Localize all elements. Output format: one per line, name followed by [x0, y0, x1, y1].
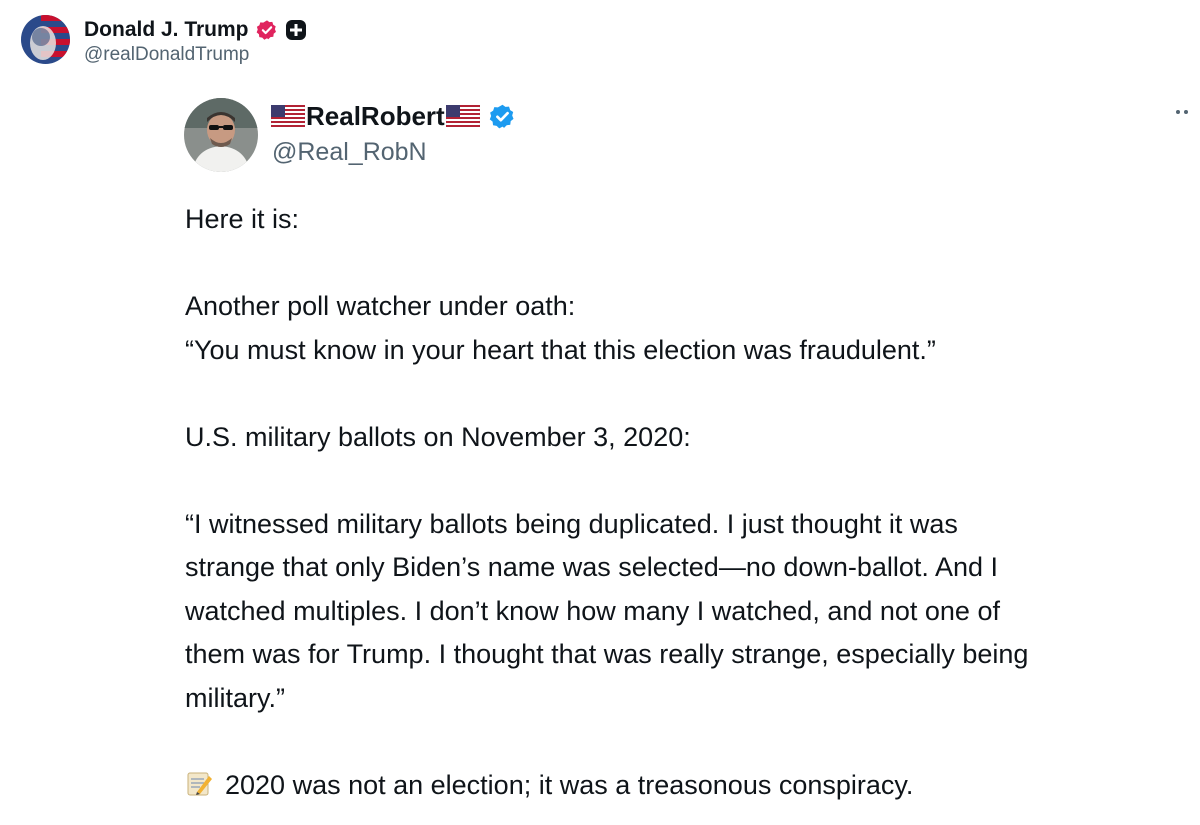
quoted-author-handle[interactable]: @Real_RobN [272, 138, 427, 167]
author-handle[interactable]: @realDonaldTrump [84, 44, 249, 66]
us-flag-icon [270, 104, 306, 128]
text-line: U.S. military ballots on November 3, 202… [185, 421, 691, 452]
text-line: military.” [185, 682, 285, 713]
plus-badge-icon [285, 19, 307, 41]
quoted-author-avatar[interactable] [184, 98, 258, 172]
text-line: them was for Trump. I thought that was r… [185, 639, 1029, 669]
text-line: Another poll watcher under oath: [185, 291, 576, 321]
text-line: “I witnessed military ballots being dupl… [185, 508, 958, 539]
text-line: “You must know in your heart that this e… [185, 334, 936, 365]
text-line: Here it is: [185, 204, 300, 234]
author-name[interactable]: Donald J. Trump [84, 18, 249, 42]
final-line-text: 2020 was not an election; it was a treas… [225, 769, 914, 800]
quoted-author-name[interactable]: RealRobert [306, 101, 445, 132]
more-dot [1176, 110, 1180, 114]
author-avatar[interactable] [21, 15, 70, 64]
memo-icon [185, 768, 213, 796]
more-dot [1184, 110, 1188, 114]
more-options-icon[interactable] [1176, 100, 1200, 124]
us-flag-icon [445, 104, 480, 128]
verified-badge-icon [489, 103, 516, 130]
final-line: 2020 was not an election; it was a treas… [185, 764, 1190, 808]
text-line: watched multiples. I don’t know how many… [185, 595, 1000, 626]
text-line: strange that only Biden’s name was selec… [185, 552, 998, 582]
verified-badge-icon [256, 19, 278, 41]
quoted-post-text: Here it is: Another poll watcher under o… [185, 198, 1190, 807]
